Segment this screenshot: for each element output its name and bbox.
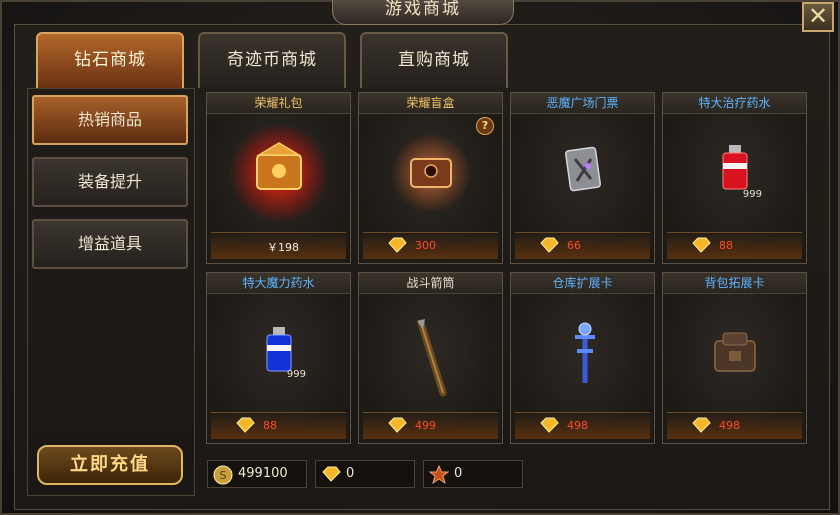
item-name: 特大治疗药水 [663,93,806,114]
item-price: 66 [567,239,581,252]
item-name: 战斗箭筒 [359,273,502,294]
sidebar-item-hot-sales[interactable]: 热销商品 [32,95,188,145]
diamond-icon [388,237,407,253]
price-bar: ￥198 [211,232,346,259]
currency-bar: S 499100 0 0 [207,460,537,490]
badge-balance-value: 0 [454,466,463,481]
price-bar: 300 [363,232,498,259]
recharge-button[interactable]: 立即充值 [37,445,183,485]
diamond-balance: 0 [315,460,415,488]
diamond-icon [692,237,711,253]
item-price: ￥198 [267,241,299,254]
red-potion-icon [722,145,748,190]
shop-window: 游戏商城 ✕ 钻石商城 奇迹币商城 直购商城 热销商品 装备提升 增益道具 立即… [0,0,840,515]
sidebar-item-buff-items[interactable]: 增益道具 [32,219,188,269]
diamond-icon [540,237,559,253]
item-price: 88 [719,239,733,252]
warehouse-card-icon [575,322,595,383]
backpack-card-icon [714,332,756,372]
tab-direct-buy-shop[interactable]: 直购商城 [360,32,508,88]
category-sidebar: 热销商品 装备提升 增益道具 立即充值 [27,88,195,496]
blue-potion-icon [266,327,292,372]
demon-square-ticket-icon [565,146,601,192]
item-price: 88 [263,419,277,432]
item-card-large-mana-potion[interactable]: 特大魔力药水 999 88 [206,272,351,444]
diamond-balance-value: 0 [346,466,355,481]
item-name: 恶魔广场门票 [511,93,654,114]
tab-miracle-coin-shop[interactable]: 奇迹币商城 [198,32,346,88]
item-quantity: 999 [742,189,762,200]
item-price: 498 [567,419,588,432]
price-bar: 499 [363,412,498,439]
svg-text:S: S [220,469,227,482]
coin-balance-value: 499100 [238,466,288,481]
badge-balance: 0 [423,460,523,488]
item-card-large-healing-potion[interactable]: 特大治疗药水 999 88 [662,92,807,264]
coin-icon: S [213,465,233,485]
diamond-icon [388,417,407,433]
item-card-battle-quiver[interactable]: 战斗箭筒 499 [358,272,503,444]
coin-balance: S 499100 [207,460,307,488]
item-card-warehouse-expansion[interactable]: 仓库扩展卡 498 [510,272,655,444]
item-name: 特大魔力药水 [207,273,350,294]
diamond-icon [236,417,255,433]
item-price: 498 [719,419,740,432]
item-card-glory-gift[interactable]: 荣耀礼包 ￥198 [206,92,351,264]
price-bar: 88 [211,412,346,439]
item-name: 荣耀盲盒 [359,93,502,114]
item-price: 300 [415,239,436,252]
price-bar: 498 [667,412,802,439]
diamond-icon [540,417,559,433]
quiver-icon [417,319,447,397]
glory-blind-box-icon [391,133,471,213]
price-bar: 88 [667,232,802,259]
item-name: 荣耀礼包 [207,93,350,114]
item-card-demon-square-ticket[interactable]: 恶魔广场门票 66 [510,92,655,264]
diamond-icon [692,417,711,433]
glory-gift-icon [229,123,329,221]
item-name: 仓库扩展卡 [511,273,654,294]
price-bar: 66 [515,232,650,259]
item-name: 背包拓展卡 [663,273,806,294]
close-button[interactable]: ✕ [802,2,834,32]
item-card-glory-blind-box[interactable]: 荣耀盲盒 ? 300 [358,92,503,264]
item-card-backpack-expansion[interactable]: 背包拓展卡 498 [662,272,807,444]
item-grid: 荣耀礼包 ￥198 荣耀盲盒 ? 300 恶魔广场门票 66 特大治疗药水 99… [206,92,809,448]
tab-diamond-shop[interactable]: 钻石商城 [36,32,184,88]
badge-icon [429,465,449,485]
diamond-icon [322,466,341,482]
window-title: 游戏商城 [332,0,514,25]
item-quantity: 999 [286,369,306,380]
price-bar: 498 [515,412,650,439]
item-price: 499 [415,419,436,432]
sidebar-item-equipment-upgrade[interactable]: 装备提升 [32,157,188,207]
